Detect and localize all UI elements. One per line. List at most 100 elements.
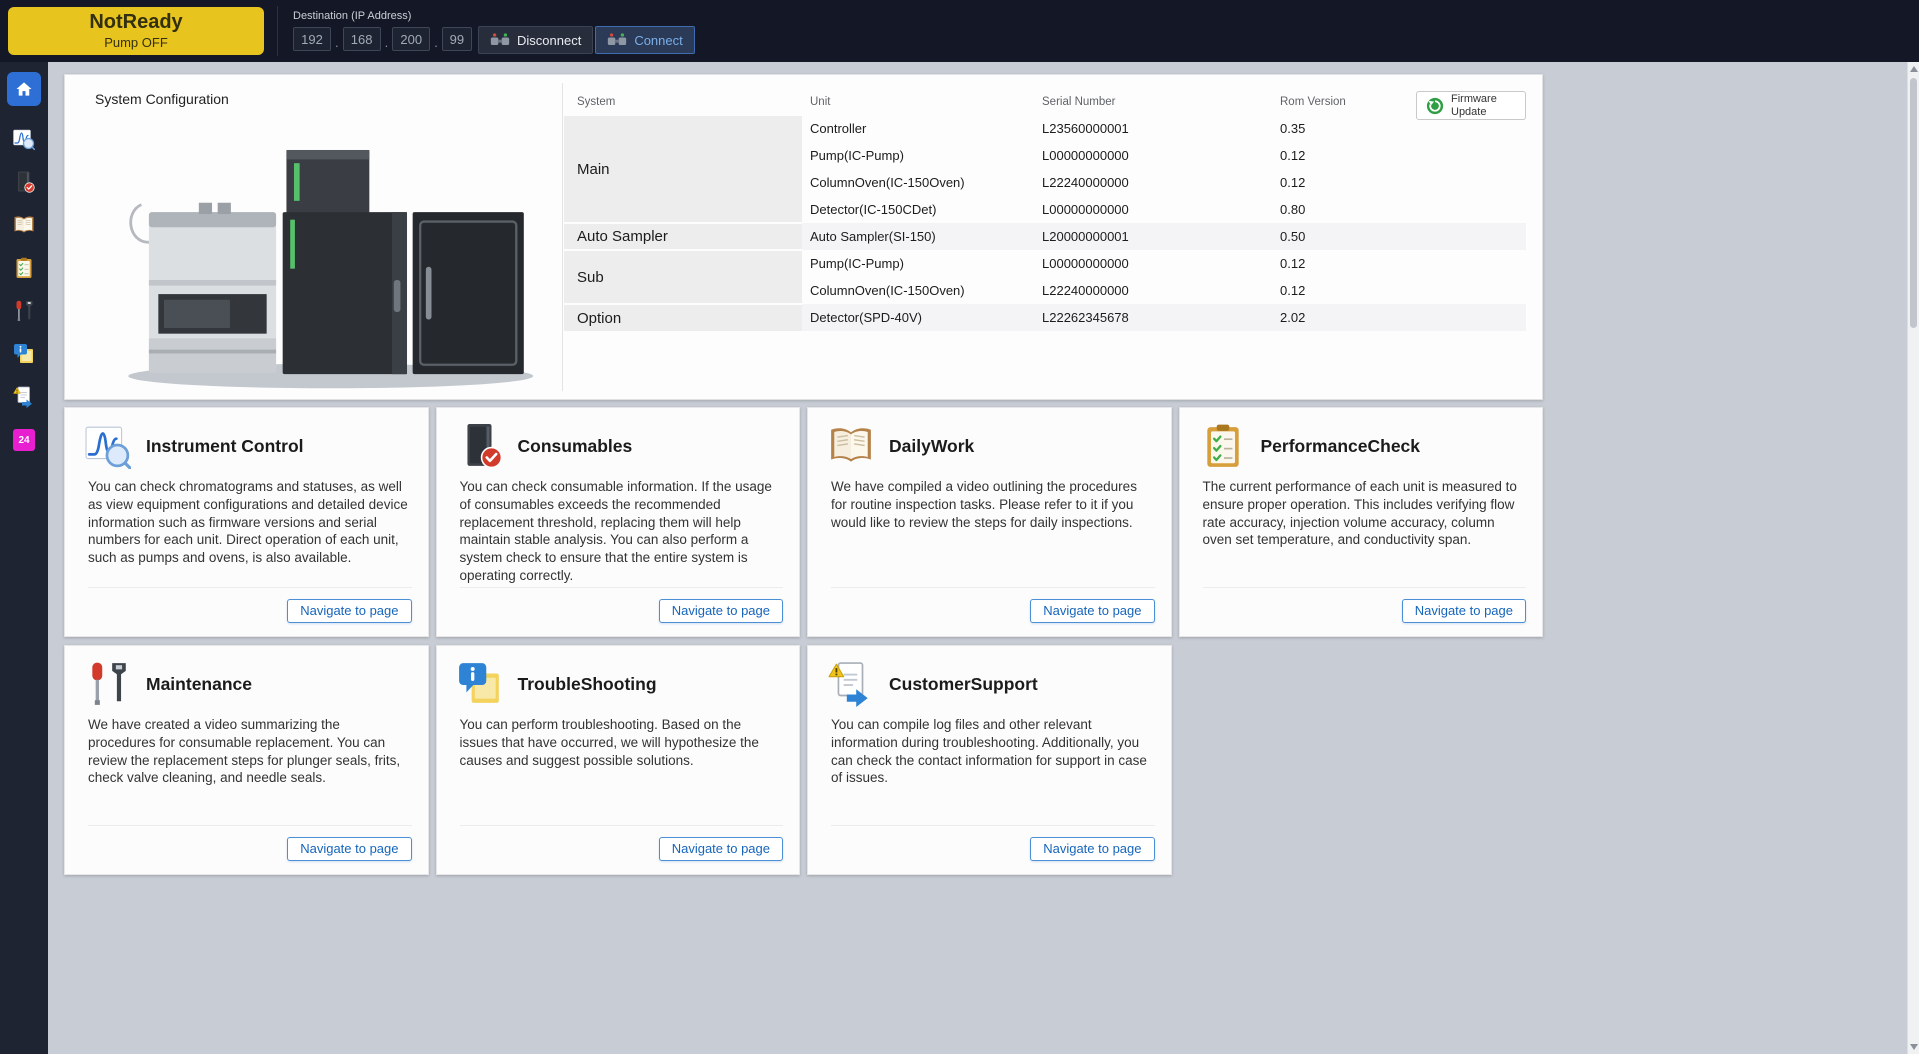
daily-work-icon xyxy=(828,423,874,469)
connect-button[interactable]: Connect xyxy=(595,26,694,54)
connect-button-label: Connect xyxy=(634,33,682,48)
navigate-to-page-button[interactable]: Navigate to page xyxy=(1030,599,1154,623)
serial-cell: L22262345678 xyxy=(1034,304,1272,331)
topbar-divider xyxy=(277,6,278,56)
sidebar-item-customer-support[interactable] xyxy=(7,380,41,414)
destination-label: Destination (IP Address) xyxy=(293,10,411,22)
customer-support-icon xyxy=(828,661,874,707)
instrument-control-icon xyxy=(85,423,131,469)
sidebar-item-daily-work[interactable] xyxy=(7,208,41,242)
system-group-option: Option xyxy=(564,304,802,331)
firmware-update-button[interactable]: Firmware Update xyxy=(1416,91,1526,120)
table-row: Auto Sampler Auto Sampler(SI-150) L20000… xyxy=(564,223,1526,250)
navigate-to-page-button[interactable]: Navigate to page xyxy=(287,837,411,861)
system-table-wrap: System Unit Serial Number Rom Version Ma… xyxy=(564,89,1526,331)
col-header-serial: Serial Number xyxy=(1034,89,1272,115)
status-badge: NotReady Pump OFF xyxy=(8,7,264,55)
feature-cards: Instrument Control You can check chromat… xyxy=(64,407,1543,875)
system-table: System Unit Serial Number Rom Version Ma… xyxy=(564,89,1526,331)
navigate-to-page-button[interactable]: Navigate to page xyxy=(1402,599,1526,623)
unit-cell: Detector(SPD-40V) xyxy=(802,304,1034,331)
card-title: Instrument Control xyxy=(146,436,304,457)
disconnect-button[interactable]: Disconnect xyxy=(478,26,593,54)
navigate-to-page-button[interactable]: Navigate to page xyxy=(659,599,783,623)
card-description: You can perform troubleshooting. Based o… xyxy=(460,716,782,825)
customer-support-icon xyxy=(13,386,35,408)
col-header-unit: Unit xyxy=(802,89,1034,115)
troubleshooting-icon xyxy=(457,661,503,707)
unit-cell: ColumnOven(IC-150Oven) xyxy=(802,277,1034,304)
card-daily-work: DailyWork We have compiled a video outli… xyxy=(807,407,1172,637)
ip-dot: . xyxy=(335,38,339,51)
ip-dot: . xyxy=(434,38,438,51)
card-description: You can compile log files and other rele… xyxy=(831,716,1153,825)
serial-cell: L23560000001 xyxy=(1034,115,1272,142)
maintenance-icon xyxy=(85,661,131,707)
card-title: CustomerSupport xyxy=(889,674,1038,695)
ip-octet-2[interactable] xyxy=(343,27,381,51)
table-header-row: System Unit Serial Number Rom Version xyxy=(564,89,1526,115)
rom-cell: 0.12 xyxy=(1272,169,1526,196)
serial-cell: L00000000000 xyxy=(1034,196,1272,223)
ip-octet-1[interactable] xyxy=(293,27,331,51)
status-title: NotReady xyxy=(8,10,264,35)
rom-cell: 0.12 xyxy=(1272,277,1526,304)
scroll-up-arrow-icon[interactable] xyxy=(1910,66,1918,72)
instrument-illustration xyxy=(101,101,551,393)
instrument-control-icon xyxy=(13,128,35,150)
badge-24-icon: 24 xyxy=(13,429,35,451)
sidebar-item-troubleshooting[interactable] xyxy=(7,337,41,371)
serial-cell: L20000000001 xyxy=(1034,223,1272,250)
sidebar: 24 xyxy=(0,62,48,1054)
sidebar-item-performance-check[interactable] xyxy=(7,251,41,285)
rom-cell: 2.02 xyxy=(1272,304,1526,331)
card-consumables: Consumables You can check consumable inf… xyxy=(436,407,801,637)
serial-cell: L22240000000 xyxy=(1034,169,1272,196)
serial-cell: L00000000000 xyxy=(1034,250,1272,277)
vertical-scrollbar[interactable] xyxy=(1907,62,1919,1054)
card-troubleshooting: TroubleShooting You can perform troubles… xyxy=(436,645,801,875)
card-title: Consumables xyxy=(518,436,633,457)
ip-octet-4[interactable] xyxy=(442,27,472,51)
unit-cell: ColumnOven(IC-150Oven) xyxy=(802,169,1034,196)
unit-cell: Detector(IC-150CDet) xyxy=(802,196,1034,223)
navigate-to-page-button[interactable]: Navigate to page xyxy=(659,837,783,861)
table-row: Main Controller L23560000001 0.35 xyxy=(564,115,1526,142)
rom-cell: 0.80 xyxy=(1272,196,1526,223)
sidebar-item-instrument-control[interactable] xyxy=(7,122,41,156)
card-customer-support: CustomerSupport You can compile log file… xyxy=(807,645,1172,875)
maintenance-icon xyxy=(13,300,35,322)
navigate-to-page-button[interactable]: Navigate to page xyxy=(1030,837,1154,861)
firmware-update-label: Firmware Update xyxy=(1451,93,1516,118)
performance-check-icon xyxy=(13,257,35,279)
card-title: Maintenance xyxy=(146,674,252,695)
scroll-down-arrow-icon[interactable] xyxy=(1910,1044,1918,1050)
home-icon xyxy=(14,79,34,99)
card-performance-check: PerformanceCheck The current performance… xyxy=(1179,407,1544,637)
system-group-main: Main xyxy=(564,115,802,223)
main-area: System Configuration xyxy=(48,62,1907,1054)
ip-octet-3[interactable] xyxy=(392,27,430,51)
unit-cell: Controller xyxy=(802,115,1034,142)
sidebar-item-home[interactable] xyxy=(7,72,41,106)
scrollbar-thumb[interactable] xyxy=(1910,78,1917,328)
card-description: We have created a video summarizing the … xyxy=(88,716,410,825)
unit-cell: Pump(IC-Pump) xyxy=(802,250,1034,277)
serial-cell: L00000000000 xyxy=(1034,142,1272,169)
sidebar-item-maintenance[interactable] xyxy=(7,294,41,328)
rom-cell: 0.12 xyxy=(1272,250,1526,277)
connection-buttons: Disconnect Connect xyxy=(478,26,695,54)
card-description: You can check chromatograms and statuses… xyxy=(88,478,410,587)
panel-divider xyxy=(562,83,563,391)
serial-cell: L22240000000 xyxy=(1034,277,1272,304)
card-description: You can check consumable information. If… xyxy=(460,478,782,587)
navigate-to-page-button[interactable]: Navigate to page xyxy=(287,599,411,623)
disconnect-button-label: Disconnect xyxy=(517,33,581,48)
firmware-update-icon xyxy=(1426,97,1444,115)
card-instrument-control: Instrument Control You can check chromat… xyxy=(64,407,429,637)
ip-dot: . xyxy=(385,38,389,51)
rom-cell: 0.12 xyxy=(1272,142,1526,169)
sidebar-item-24[interactable]: 24 xyxy=(7,423,41,457)
sidebar-item-consumables[interactable] xyxy=(7,165,41,199)
daily-work-icon xyxy=(13,214,35,236)
